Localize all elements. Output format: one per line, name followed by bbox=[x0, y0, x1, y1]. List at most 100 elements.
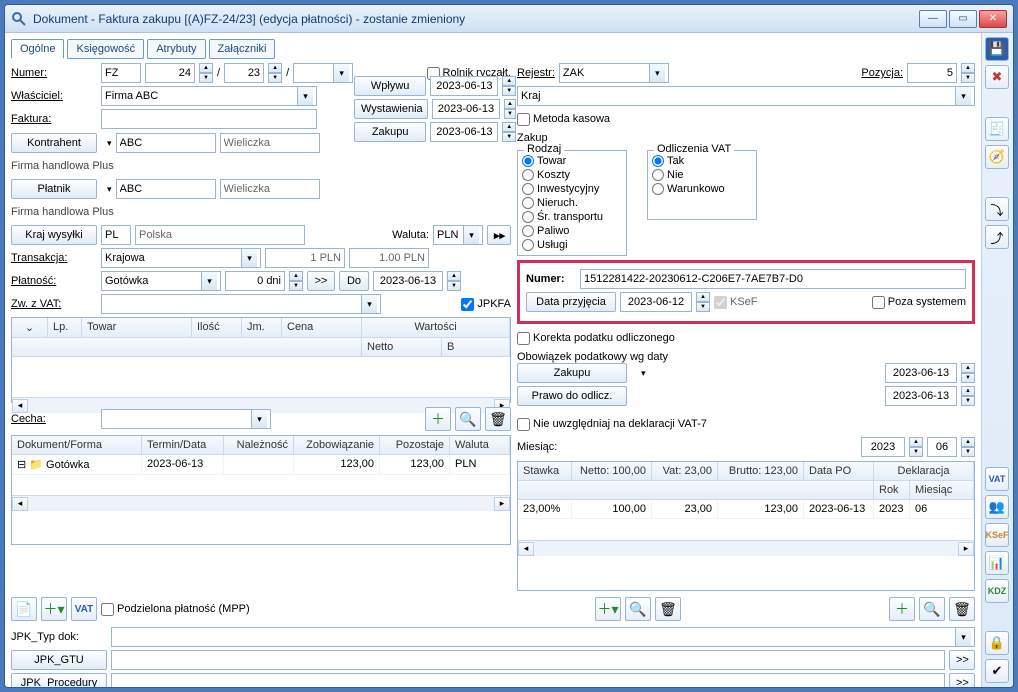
platnik-button[interactable]: Płatnik bbox=[11, 179, 97, 199]
pozycja-spin[interactable]: ▲▼ bbox=[961, 63, 975, 83]
miesiac-rok[interactable] bbox=[861, 437, 905, 457]
wlasciciel-combo[interactable]: Firma ABC▾ bbox=[101, 86, 317, 106]
ob-spin2[interactable]: ▲▼ bbox=[961, 386, 975, 406]
pay-col-pozostaje[interactable]: Pozostaje bbox=[380, 436, 450, 454]
ksef-side-icon[interactable]: KSeF bbox=[985, 523, 1009, 547]
report-icon[interactable]: 📊 bbox=[985, 551, 1009, 575]
ob-spin1[interactable]: ▲▼ bbox=[961, 363, 975, 383]
platnosc-combo[interactable]: Gotówka▾ bbox=[101, 271, 221, 291]
vat-grid[interactable]: Stawka Netto: 100,00 Vat: 23,00 Brutto: … bbox=[517, 461, 975, 591]
wplywu-date[interactable] bbox=[430, 76, 498, 96]
lock-icon[interactable]: 🔒 bbox=[985, 631, 1009, 655]
do-button[interactable]: Do bbox=[339, 271, 369, 291]
tab-atrybuty[interactable]: Atrybuty bbox=[147, 39, 205, 59]
wystawienia-spin[interactable]: ▲▼ bbox=[504, 99, 516, 119]
zakupu-button[interactable]: Zakupu bbox=[354, 122, 426, 142]
numer-suffix-combo[interactable]: ▾ bbox=[293, 63, 353, 83]
rodzaj-uslugi[interactable]: Usługi bbox=[522, 239, 622, 251]
rejestr-combo[interactable]: ZAK▾ bbox=[559, 63, 669, 83]
chevron-down-icon-2[interactable]: ▾ bbox=[107, 184, 112, 195]
prawo-date[interactable] bbox=[885, 386, 957, 406]
tree-icon[interactable]: 🧾 bbox=[985, 117, 1009, 141]
users-icon[interactable]: 👥 bbox=[985, 495, 1009, 519]
payments-grid[interactable]: Dokument/Forma Termin/Data Należność Zob… bbox=[11, 435, 511, 545]
rok-spin[interactable]: ▲▼ bbox=[909, 437, 923, 457]
do-spin[interactable]: ▲▼ bbox=[447, 271, 461, 291]
zakupu-spin[interactable]: ▲▼ bbox=[502, 122, 516, 142]
in-icon[interactable]: ⤵ bbox=[985, 197, 1009, 221]
wystawienia-button[interactable]: Wystawienia bbox=[354, 99, 428, 119]
col-towar[interactable]: Towar bbox=[82, 318, 192, 337]
vat-col-vat[interactable]: Vat: 23,00 bbox=[652, 462, 718, 480]
check-icon[interactable]: ✔ bbox=[985, 659, 1009, 683]
vat-col-netto[interactable]: Netto: 100,00 bbox=[572, 462, 652, 480]
vat-col-stawka[interactable]: Stawka bbox=[518, 462, 572, 480]
vat-row[interactable]: 23,00% 100,00 23,00 123,00 2023-06-13 20… bbox=[518, 500, 974, 519]
skip-button[interactable]: >> bbox=[307, 271, 335, 291]
platnik-kod[interactable] bbox=[116, 179, 216, 199]
pay-col-zobow[interactable]: Zobowiązanie bbox=[294, 436, 380, 454]
vat-col-deklaracja[interactable]: Deklaracja bbox=[874, 462, 974, 480]
wlasciciel-label[interactable]: Właściciel: bbox=[11, 90, 97, 102]
add2-button[interactable]: ＋▾ bbox=[595, 597, 621, 621]
kdz-icon[interactable]: KDZ bbox=[985, 579, 1009, 603]
pay-scroll[interactable]: ◂▸ bbox=[12, 495, 510, 511]
dni-input[interactable] bbox=[225, 271, 285, 291]
rejestr-label[interactable]: Rejestr: bbox=[517, 67, 555, 79]
col-wartosci[interactable]: Wartości bbox=[362, 318, 510, 337]
transakcja-label[interactable]: Transakcja: bbox=[11, 252, 97, 264]
mpp-checkbox[interactable]: Podzielona płatność (MPP) bbox=[101, 603, 250, 616]
korekta-checkbox[interactable]: Korekta podatku odliczonego bbox=[517, 332, 675, 345]
rodzaj-towar[interactable]: Towar bbox=[522, 155, 622, 167]
vat-col-rok[interactable]: Rok bbox=[874, 481, 910, 499]
jpk-proc-input[interactable] bbox=[111, 673, 945, 687]
obowiazek-zakupu-date[interactable] bbox=[885, 363, 957, 383]
add-payment-button[interactable]: ＋▾ bbox=[41, 597, 67, 621]
kraj-wysylki-button[interactable]: Kraj wysyłki bbox=[11, 225, 97, 245]
mies-spin[interactable]: ▲▼ bbox=[961, 437, 975, 457]
numer-label[interactable]: Numer: bbox=[11, 67, 97, 79]
vat-col-brutto[interactable]: Brutto: 123,00 bbox=[718, 462, 804, 480]
out-icon[interactable]: ⤴ bbox=[985, 225, 1009, 249]
kontrahent-button[interactable]: Kontrahent bbox=[11, 133, 97, 153]
jpk-gtu-input[interactable] bbox=[111, 650, 945, 670]
pay-col-naleznosc[interactable]: Należność bbox=[224, 436, 294, 454]
cecha-label[interactable]: Cecha: bbox=[11, 413, 97, 425]
rodzaj-sr-transportu[interactable]: Śr. transportu bbox=[522, 211, 622, 223]
numer-1-spinner[interactable]: ▲▼ bbox=[199, 63, 213, 83]
cecha-combo[interactable]: ▾ bbox=[101, 409, 271, 429]
metoda-kasowa-checkbox[interactable]: Metoda kasowa bbox=[517, 113, 610, 126]
chevron-down-icon-3[interactable]: ▾ bbox=[641, 368, 646, 379]
pozycja-label[interactable]: Pozycja: bbox=[861, 67, 903, 79]
col-jm[interactable]: Jm. bbox=[242, 318, 282, 337]
miesiac-m[interactable] bbox=[927, 437, 957, 457]
vat-scroll[interactable]: ◂▸ bbox=[518, 540, 974, 556]
add3-button[interactable]: ＋ bbox=[889, 597, 915, 621]
do-date[interactable] bbox=[373, 271, 443, 291]
wplywu-button[interactable]: Wpływu bbox=[354, 76, 426, 96]
nie-uwzgledniaj-checkbox[interactable]: Nie uwzględniaj na deklaracji VAT-7 bbox=[517, 418, 707, 431]
ksef-numer-input[interactable] bbox=[580, 269, 966, 289]
add-item-button[interactable]: ＋ bbox=[425, 407, 451, 431]
data-przyjecia-input[interactable] bbox=[620, 292, 692, 312]
wplywu-spin[interactable]: ▲▼ bbox=[502, 76, 516, 96]
pay-col-waluta[interactable]: Waluta bbox=[450, 436, 510, 454]
jpkfa-checkbox[interactable]: JPKFA bbox=[461, 298, 511, 311]
numer-2-input[interactable] bbox=[224, 63, 264, 83]
jpk-proc-button[interactable]: JPK_Procedury bbox=[11, 673, 107, 687]
maximize-button[interactable]: ▭ bbox=[949, 10, 977, 28]
numer-2-spinner[interactable]: ▲▼ bbox=[268, 63, 282, 83]
tab-ogolne[interactable]: Ogólne bbox=[11, 39, 64, 59]
delete2-button[interactable]: 🗑 bbox=[655, 597, 681, 621]
col-ilosc[interactable]: Ilość bbox=[192, 318, 242, 337]
pozycja-input[interactable] bbox=[907, 63, 957, 83]
odl-nie[interactable]: Nie bbox=[652, 169, 752, 181]
rodzaj-nieruch[interactable]: Nieruch. bbox=[522, 197, 622, 209]
jpk-gtu-button[interactable]: JPK_GTU bbox=[11, 650, 107, 670]
col-b[interactable]: B bbox=[442, 338, 510, 356]
search3-button[interactable]: 🔍 bbox=[919, 597, 945, 621]
tab-ksiegowosc[interactable]: Księgowość bbox=[67, 39, 144, 59]
delete3-button[interactable]: 🗑 bbox=[949, 597, 975, 621]
chevron-down-icon[interactable]: ▾ bbox=[107, 138, 112, 149]
tab-zalaczniki[interactable]: Załączniki bbox=[209, 39, 276, 59]
